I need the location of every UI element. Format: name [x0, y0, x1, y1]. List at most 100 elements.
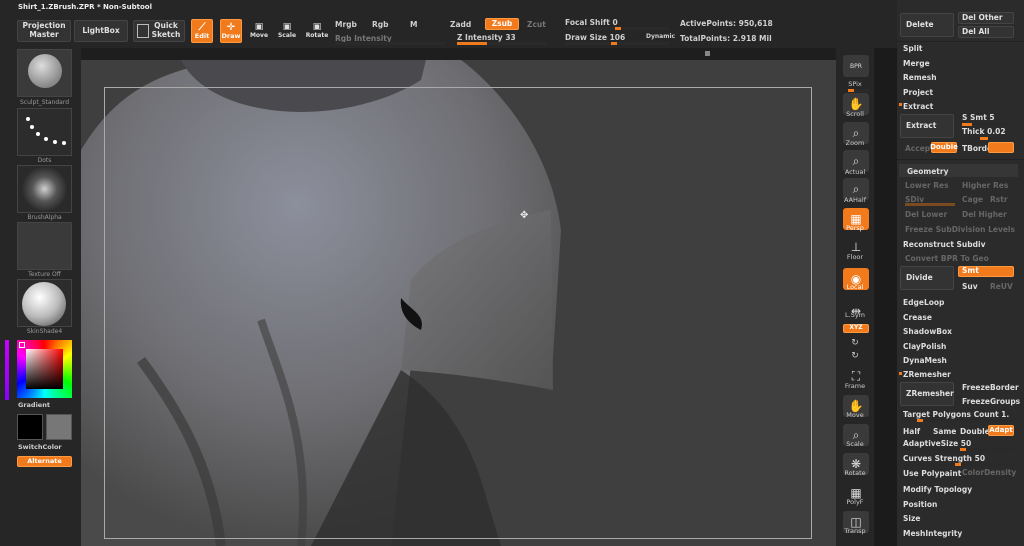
freeze-groups-button[interactable]: FreezeGroups [962, 398, 1020, 406]
double-poly-button[interactable]: Double [960, 427, 990, 436]
s-smt-slider[interactable]: S Smt 5 [962, 114, 995, 122]
reuv-button[interactable]: ReUV [990, 283, 1013, 291]
z-intensity-slider[interactable]: Z Intensity 33 [457, 33, 516, 42]
del-other-button[interactable]: Del Other [958, 12, 1014, 24]
spix-slider[interactable] [848, 89, 870, 92]
suv-button[interactable]: Suv [962, 283, 978, 291]
draw-size-slider[interactable]: Draw Size 106 [565, 33, 625, 42]
projection-master-button[interactable]: Projection Master [17, 20, 71, 42]
move-label: Move [249, 31, 269, 39]
extract-button[interactable]: Extract [900, 114, 954, 138]
dynamesh-button[interactable]: DynaMesh [903, 356, 947, 365]
mrgb-button[interactable]: Mrgb [335, 21, 357, 29]
z-intensity-track[interactable] [457, 42, 547, 45]
shadowbox-button[interactable]: ShadowBox [903, 327, 952, 336]
spix-label[interactable]: SPix [836, 80, 874, 88]
file-title: Shirt_1.ZBrush.ZPR * Non-Subtool [18, 3, 152, 11]
material-thumbnail[interactable] [17, 279, 72, 327]
del-higher-button[interactable]: Del Higher [962, 211, 1007, 219]
adapt-button[interactable]: Adapt [988, 425, 1014, 436]
zsub-button[interactable]: Zsub [485, 18, 519, 30]
draw-size-track[interactable] [565, 42, 669, 45]
double-button[interactable]: Double [930, 142, 958, 153]
color-density-slider[interactable]: ColorDensity [962, 469, 1016, 477]
lower-res-button[interactable]: Lower Res [905, 182, 949, 190]
target-polygons-slider[interactable]: Target Polygons Count 1. [903, 410, 1009, 419]
divide-button[interactable]: Divide [900, 266, 954, 290]
move-button[interactable]: ▣ Move [249, 19, 269, 43]
thick-slider[interactable]: Thick 0.02 [962, 128, 1006, 136]
tray-handle[interactable] [705, 51, 710, 56]
color-picker-ring[interactable] [17, 340, 72, 398]
focal-shift-track[interactable] [565, 27, 669, 30]
canvas-viewport[interactable]: ✥ [81, 60, 836, 546]
meshintegrity-button[interactable]: MeshIntegrity [903, 529, 962, 538]
delete-button[interactable]: Delete [900, 13, 954, 37]
main-color-swatch[interactable] [17, 414, 43, 440]
sdiv-track[interactable] [905, 203, 955, 206]
claypolish-button[interactable]: ClayPolish [903, 342, 946, 351]
secondary-color-swatch[interactable] [46, 414, 72, 440]
xyz-button[interactable]: XYZ [843, 324, 869, 333]
modify-topology-button[interactable]: Modify Topology [903, 485, 972, 494]
thick-track[interactable] [962, 137, 1014, 140]
adaptive-size-track[interactable] [905, 448, 1014, 451]
edit-button[interactable]: ⟋ Edit [191, 19, 213, 43]
m-button[interactable]: M [410, 21, 417, 29]
size-button[interactable]: Size [903, 514, 920, 523]
rotate-y-icon[interactable]: ↻ [836, 338, 874, 348]
alpha-thumbnail[interactable] [17, 165, 72, 213]
merge-button[interactable]: Merge [903, 59, 930, 68]
focal-shift-knob[interactable] [615, 27, 621, 30]
position-button[interactable]: Position [903, 500, 937, 509]
rstr-button[interactable]: Rstr [990, 196, 1008, 204]
convert-bpr-button[interactable]: Convert BPR To Geo [905, 255, 989, 263]
alternate-button[interactable]: Alternate [17, 456, 72, 467]
del-lower-button[interactable]: Del Lower [905, 211, 947, 219]
use-polypaint-button[interactable]: Use Polypaint [903, 469, 961, 478]
s-smt-track[interactable] [962, 123, 1014, 126]
focal-shift-slider[interactable]: Focal Shift 0 [565, 18, 618, 27]
reconstruct-subdiv-button[interactable]: Reconstruct Subdiv [903, 240, 985, 249]
cage-button[interactable]: Cage [962, 196, 983, 204]
zadd-button[interactable]: Zadd [450, 21, 471, 29]
zremesher-button[interactable]: ZRemesher [900, 382, 954, 406]
dynamic-button[interactable]: Dynamic [646, 34, 675, 40]
stroke-thumbnail[interactable] [17, 108, 72, 156]
rotate-button[interactable]: ▣ Rotate [305, 19, 329, 43]
rgb-intensity-track[interactable] [335, 42, 445, 45]
remesh-button[interactable]: Remesh [903, 73, 937, 82]
del-all-button[interactable]: Del All [958, 26, 1014, 38]
switch-color-button[interactable]: SwitchColor [18, 444, 62, 451]
curves-strength-slider[interactable]: Curves Strength 50 [903, 454, 985, 463]
higher-res-button[interactable]: Higher Res [962, 182, 1008, 190]
quick-sketch-button[interactable]: Quick Sketch [133, 20, 185, 42]
target-polygons-track[interactable] [905, 419, 1014, 422]
rotate-z-icon[interactable]: ↻ [836, 351, 874, 361]
texture-thumbnail[interactable] [17, 222, 72, 270]
adaptive-size-slider[interactable]: AdaptiveSize 50 [903, 439, 971, 448]
half-button[interactable]: Half [903, 427, 920, 436]
zcut-button[interactable]: Zcut [527, 21, 546, 29]
lightbox-button[interactable]: LightBox [74, 20, 128, 42]
curves-strength-track[interactable] [905, 463, 1014, 466]
bpr-button[interactable]: BPR [843, 55, 869, 77]
rgb-button[interactable]: Rgb [372, 21, 389, 29]
zremesher-section[interactable]: ZRemesher [903, 370, 951, 379]
split-button[interactable]: Split [903, 44, 923, 53]
edgeloop-button[interactable]: EdgeLoop [903, 298, 944, 307]
tborder-button[interactable] [988, 142, 1014, 153]
extract-section[interactable]: Extract [903, 102, 933, 111]
brush-thumbnail[interactable] [17, 49, 72, 97]
same-button[interactable]: Same [933, 427, 956, 436]
crease-button[interactable]: Crease [903, 313, 932, 322]
project-button[interactable]: Project [903, 88, 933, 97]
freeze-border-button[interactable]: FreezeBorder [962, 384, 1019, 392]
draw-size-knob[interactable] [611, 42, 617, 45]
scale-button[interactable]: ▣ Scale [277, 19, 297, 43]
color-picker-square[interactable] [26, 349, 63, 389]
freeze-subdiv-button[interactable]: Freeze SubDivision Levels [905, 226, 1015, 234]
gradient-label[interactable]: Gradient [18, 402, 50, 409]
smt-button[interactable]: Smt [958, 266, 1014, 277]
draw-button[interactable]: ✛ Draw [220, 19, 242, 43]
